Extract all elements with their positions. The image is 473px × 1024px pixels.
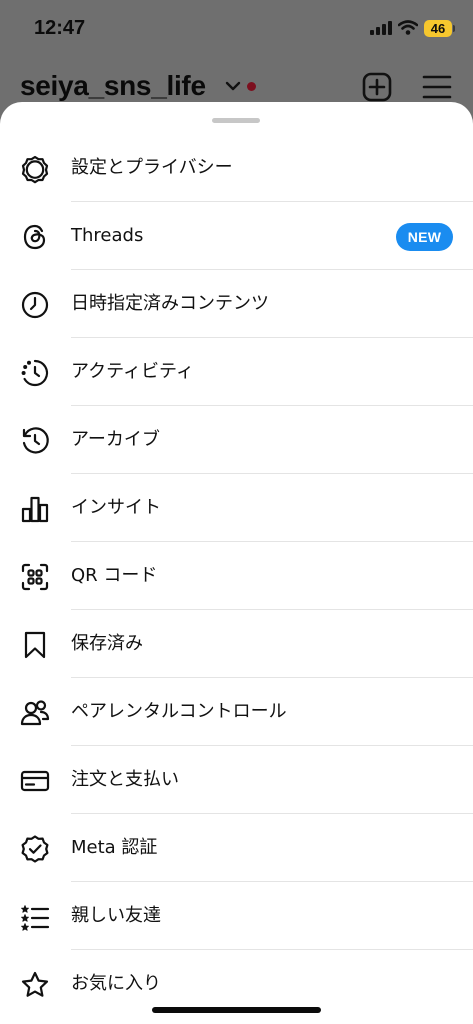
menu-item-threads[interactable]: Threads NEW [0,202,473,270]
username[interactable]: seiya_sns_life [20,70,206,102]
threads-icon [18,220,52,254]
wifi-icon [398,20,418,35]
menu-item-close-friends[interactable]: 親しい友達 [0,882,473,950]
menu-item-saved[interactable]: 保存済み [0,610,473,678]
new-badge: NEW [396,223,453,251]
menu-item-label: 親しい友達 [71,905,161,926]
menu-item-label: お気に入り [71,973,161,994]
insights-icon [18,492,52,526]
star-icon [18,968,52,1002]
options-sheet: 設定とプライバシー Threads NEW 日時指定済みコンテンツ アクティビテ… [0,102,473,1024]
menu-item-parental-controls[interactable]: ペアレンタルコントロール [0,678,473,746]
gear-icon [18,152,52,186]
star-list-icon [18,900,52,934]
menu-item-label: インサイト [71,497,161,518]
credit-card-icon [18,764,52,798]
battery-level: 46 [424,20,452,37]
hamburger-menu-icon[interactable] [422,74,452,100]
sheet-drag-handle[interactable] [212,118,260,123]
archive-icon [18,424,52,458]
clock-icon [18,288,52,322]
create-post-icon[interactable] [362,72,392,102]
menu-item-settings[interactable]: 設定とプライバシー [0,134,473,202]
activity-icon [18,356,52,390]
menu-item-label: Meta 認証 [71,837,158,858]
menu-item-label: アクティビティ [71,361,194,382]
menu-item-activity[interactable]: アクティビティ [0,338,473,406]
qr-code-icon [18,560,52,594]
menu-list: 設定とプライバシー Threads NEW 日時指定済みコンテンツ アクティビテ… [0,134,473,1018]
menu-item-label: 日時指定済みコンテンツ [71,293,269,314]
chevron-down-icon[interactable] [225,80,241,92]
home-indicator [152,1007,321,1013]
menu-item-orders-payments[interactable]: 注文と支払い [0,746,473,814]
menu-item-qr-code[interactable]: QR コード [0,542,473,610]
status-bar: 12:47 46 [0,0,473,60]
status-time: 12:47 [34,17,86,39]
menu-item-label: アーカイブ [71,429,160,450]
menu-item-label: 設定とプライバシー [71,157,233,178]
menu-item-scheduled-content[interactable]: 日時指定済みコンテンツ [0,270,473,338]
menu-item-label: 注文と支払い [71,769,179,790]
screen: 12:47 46 seiya_sns_life 設定とプライバシー Thread… [0,0,473,1024]
menu-item-label: 保存済み [71,633,143,654]
people-icon [18,696,52,730]
menu-item-label: ペアレンタルコントロール [71,701,287,722]
menu-item-label: Threads [71,225,144,246]
battery-tip [453,25,455,32]
menu-item-label: QR コード [71,565,158,586]
bookmark-icon [18,628,52,662]
menu-item-archive[interactable]: アーカイブ [0,406,473,474]
notification-dot [247,82,256,91]
menu-item-insights[interactable]: インサイト [0,474,473,542]
verified-badge-icon [18,832,52,866]
menu-item-meta-verified[interactable]: Meta 認証 [0,814,473,882]
signal-icon [370,21,392,35]
